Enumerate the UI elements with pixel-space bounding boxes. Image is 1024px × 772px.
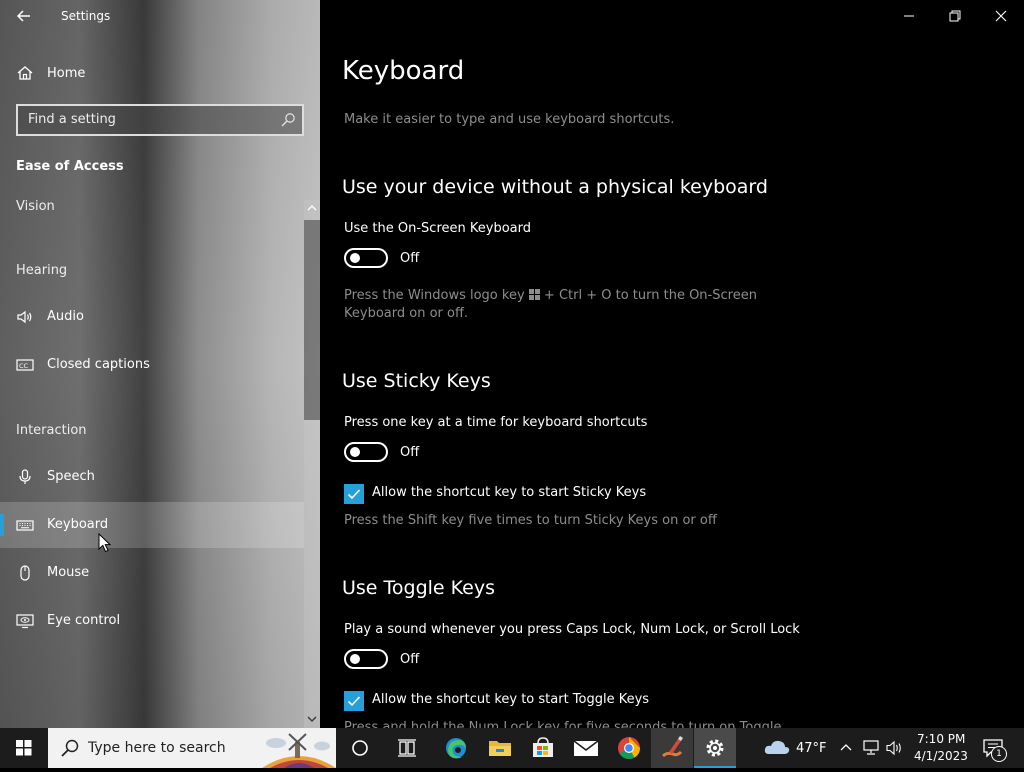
clock-time[interactable]: 7:10 PM — [917, 732, 965, 746]
action-center-button[interactable]: 1 — [976, 728, 1024, 768]
group-label-interaction: Interaction — [16, 423, 87, 438]
taskbar-app-paint[interactable] — [651, 728, 693, 768]
notification-count-badge: 1 — [991, 746, 1007, 762]
sidebar-scroll-thumb[interactable] — [304, 220, 320, 420]
sidebar-item-speech[interactable]: Speech — [0, 454, 304, 500]
sidebar-item-home[interactable]: Home — [0, 58, 304, 88]
sidebar-item-audio[interactable]: Audio — [0, 294, 304, 340]
file-explorer-icon[interactable] — [479, 728, 521, 768]
paint-brush-icon — [661, 736, 683, 758]
checkmark-icon — [347, 696, 361, 707]
microphone-icon — [19, 469, 31, 484]
taskbar-search-input[interactable]: Type here to search — [88, 740, 226, 756]
checkmark-icon — [347, 489, 361, 500]
taskbar: Type here to search 47°F 7:10 PM 4/1/202… — [0, 728, 1024, 768]
cortana-icon[interactable] — [340, 728, 380, 768]
search-icon[interactable] — [280, 112, 296, 128]
sticky-keys-label: Press one key at a time for keyboard sho… — [344, 415, 648, 430]
toggle-keys-state: Off — [400, 652, 420, 667]
search-input[interactable]: Find a setting — [28, 112, 116, 127]
sidebar-item-mouse[interactable]: Mouse — [0, 550, 304, 596]
desc-part: + Ctrl + O to turn the On-Screen — [543, 288, 757, 303]
restore-icon[interactable] — [932, 0, 978, 32]
main-content: Keyboard Make it easier to type and use … — [320, 0, 1024, 728]
windows-logo-icon — [528, 289, 540, 300]
minimize-icon[interactable] — [886, 0, 932, 32]
weather-cloud-icon[interactable] — [762, 736, 792, 760]
group-label-hearing: Hearing — [16, 263, 68, 278]
mouse-cursor-icon — [98, 533, 112, 553]
sticky-keys-heading: Use Sticky Keys — [342, 370, 491, 392]
chevron-up-icon[interactable] — [838, 740, 854, 756]
home-label: Home — [47, 66, 86, 81]
toggle-keys-shortcut-checkbox[interactable] — [344, 691, 364, 711]
toggle-keys-toggle[interactable] — [344, 649, 388, 669]
page-subtitle: Make it easier to type and use keyboard … — [344, 112, 675, 127]
back-arrow-icon[interactable] — [14, 6, 34, 26]
app-title: Settings — [61, 9, 111, 23]
taskbar-search-box[interactable]: Type here to search — [48, 728, 336, 768]
closed-captions-icon: CC — [16, 359, 34, 371]
group-label-vision: Vision — [16, 199, 55, 214]
clock-date[interactable]: 4/1/2023 — [914, 749, 968, 763]
sidebar: Settings Home Find a setting Ease of Acc… — [0, 0, 320, 728]
sticky-keys-desc: Press the Shift key five times to turn S… — [344, 513, 717, 528]
section-title: Ease of Access — [16, 159, 124, 174]
sticky-keys-toggle[interactable] — [344, 442, 388, 462]
sticky-keys-checkbox-label[interactable]: Allow the shortcut key to start Sticky K… — [372, 485, 646, 500]
chrome-browser-icon[interactable] — [608, 728, 650, 768]
sidebar-item-label: Speech — [47, 469, 95, 484]
search-highlight-windmill-icon — [262, 733, 336, 768]
home-icon — [17, 66, 33, 80]
mail-icon[interactable] — [565, 728, 607, 768]
toggle-keys-label: Play a sound whenever you press Caps Loc… — [344, 622, 800, 637]
onscreen-keyboard-desc-line2: Keyboard on or off. — [344, 306, 469, 321]
sidebar-item-eye-control[interactable]: Eye control — [0, 598, 304, 644]
edge-browser-icon[interactable] — [435, 728, 477, 768]
onscreen-keyboard-desc: Press the Windows logo key + Ctrl + O to… — [344, 288, 757, 303]
eye-control-icon — [16, 614, 34, 629]
microsoft-store-icon[interactable] — [522, 728, 564, 768]
sidebar-item-label: Closed captions — [47, 357, 150, 372]
sticky-keys-state: Off — [400, 445, 420, 460]
close-icon[interactable] — [978, 0, 1024, 32]
onscreen-keyboard-toggle[interactable] — [344, 248, 388, 268]
find-setting-search-box[interactable]: Find a setting — [16, 104, 304, 136]
onscreen-keyboard-heading: Use your device without a physical keybo… — [342, 176, 768, 198]
toggle-keys-checkbox-label[interactable]: Allow the shortcut key to start Toggle K… — [372, 692, 649, 707]
sidebar-item-closed-captions[interactable]: CC Closed captions — [0, 342, 304, 388]
desc-part: Press the Windows logo key — [344, 288, 525, 303]
taskbar-app-settings[interactable] — [694, 728, 736, 768]
onscreen-keyboard-state: Off — [400, 251, 420, 266]
network-icon[interactable] — [861, 739, 881, 757]
svg-text:CC: CC — [19, 362, 29, 370]
sidebar-item-label: Audio — [47, 309, 84, 324]
sticky-keys-shortcut-checkbox[interactable] — [344, 484, 364, 504]
sidebar-item-keyboard[interactable]: Keyboard — [0, 502, 304, 548]
keyboard-icon — [16, 520, 34, 531]
start-windows-icon[interactable] — [0, 728, 48, 768]
volume-icon[interactable] — [885, 739, 905, 757]
gear-icon — [706, 739, 724, 757]
scroll-down-arrow-icon[interactable] — [304, 712, 320, 726]
settings-window: Settings Home Find a setting Ease of Acc… — [0, 0, 1024, 728]
weather-temperature[interactable]: 47°F — [796, 741, 827, 756]
page-title: Keyboard — [342, 56, 465, 86]
sidebar-item-label: Mouse — [47, 565, 90, 580]
search-icon — [61, 739, 79, 757]
speaker-icon — [17, 310, 32, 324]
mouse-icon — [20, 565, 30, 581]
sidebar-item-label: Eye control — [47, 613, 121, 628]
scroll-up-arrow-icon[interactable] — [304, 201, 320, 215]
onscreen-keyboard-label: Use the On-Screen Keyboard — [344, 221, 531, 236]
task-view-icon[interactable] — [387, 728, 427, 768]
sidebar-item-label: Keyboard — [47, 517, 109, 532]
toggle-keys-desc: Press and hold the Num Lock key for five… — [344, 720, 782, 728]
toggle-keys-heading: Use Toggle Keys — [342, 577, 496, 599]
